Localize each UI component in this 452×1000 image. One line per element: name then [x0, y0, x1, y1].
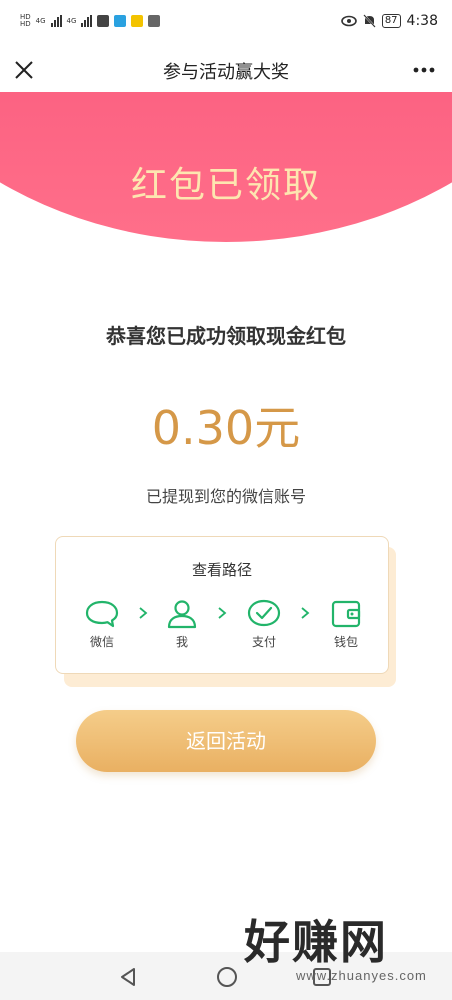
congrats-message: 恭喜您已成功领取现金红包 [106, 324, 346, 348]
page-title: 参与活动赢大奖 [163, 62, 289, 83]
network-label-1: 4G [35, 16, 46, 25]
mail-app-icon [148, 15, 161, 27]
hd-icon: HD HD [20, 13, 31, 28]
mute-bell-icon [363, 14, 376, 28]
status-time: 4:38 [406, 13, 438, 29]
battery-indicator: 87 [381, 14, 401, 28]
chevron-right-icon [139, 607, 148, 619]
nav-bar: 参与活动赢大奖 [0, 48, 452, 92]
path-step-wallet: 钱包 [321, 599, 371, 650]
chat-bubble-icon [85, 600, 119, 628]
chevron-right-icon [301, 607, 310, 619]
wallet-icon [331, 600, 361, 628]
upload-app-icon [97, 15, 110, 27]
status-right: 87 4:38 [341, 13, 438, 29]
banner-title: 红包已领取 [130, 165, 321, 206]
withdraw-note: 已提现到您的微信账号 [145, 487, 306, 506]
reward-amount: 0.30元 [151, 401, 301, 455]
status-left: HD HD 4G 4G [20, 13, 161, 28]
signal-icon-2 [81, 15, 93, 27]
path-step-pay: 支付 [239, 599, 289, 650]
return-to-activity-button[interactable]: 返回活动 [76, 710, 376, 772]
signal-icon [50, 15, 62, 27]
check-circle-icon [247, 599, 281, 627]
step-label: 支付 [251, 635, 276, 649]
path-step-me: 我 [157, 599, 207, 650]
path-card-title: 查看路径 [191, 561, 252, 579]
meituan-app-icon [131, 15, 144, 27]
home-circle-icon[interactable] [216, 966, 238, 988]
step-label: 我 [175, 635, 188, 649]
person-icon [167, 600, 197, 629]
watermark-brand: 好赚网 [244, 915, 388, 969]
back-triangle-icon[interactable] [118, 966, 138, 988]
step-label: 钱包 [333, 635, 358, 649]
eye-icon [341, 15, 357, 27]
status-bar: HD HD 4G 4G 87 4:38 [0, 0, 452, 48]
site-watermark: 好赚网 www.zhuanyes.com [240, 908, 446, 994]
watermark-domain: www.zhuanyes.com [296, 968, 427, 983]
path-step-wechat: 微信 [77, 599, 127, 650]
more-options-icon[interactable] [410, 56, 438, 84]
telegram-app-icon [114, 15, 127, 27]
network-label-2: 4G [66, 16, 77, 25]
step-label: 微信 [89, 635, 114, 649]
chevron-right-icon [218, 607, 227, 619]
header-banner: 红包已领取 [0, 92, 452, 244]
path-card: 查看路径 微信 我 支付 钱包 [55, 536, 389, 674]
